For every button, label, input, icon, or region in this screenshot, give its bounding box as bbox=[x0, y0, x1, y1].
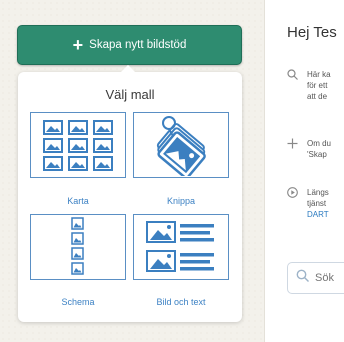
panel-caret bbox=[121, 65, 135, 72]
left-pane: + Skapa nytt bildstöd Välj mall Karta Kn… bbox=[0, 0, 262, 342]
plus-icon: + bbox=[72, 35, 84, 55]
template-card-schema[interactable] bbox=[30, 214, 126, 280]
tip-line: Om du bbox=[307, 139, 332, 148]
template-card-bild-och-text[interactable] bbox=[133, 214, 229, 280]
tip-line: för ett bbox=[307, 81, 328, 90]
search-icon bbox=[287, 69, 301, 83]
template-picker-panel: Välj mall Karta Knippa Schema Bild och t… bbox=[18, 72, 242, 322]
tip-line: Här ka bbox=[307, 70, 331, 79]
plus-icon bbox=[287, 138, 301, 152]
search-field[interactable] bbox=[287, 262, 344, 294]
image-with-text-icon bbox=[146, 221, 214, 272]
template-label-schema: Schema bbox=[61, 297, 95, 307]
search-input[interactable] bbox=[315, 272, 344, 284]
tip-line: tjänst bbox=[307, 199, 327, 208]
template-card-knippa[interactable] bbox=[133, 112, 229, 178]
tip-line: Längs bbox=[307, 188, 329, 197]
right-pane: Hej Tes Här ka för ett att de Om du 'Ska… bbox=[264, 0, 344, 342]
template-label-karta: Karta bbox=[67, 196, 89, 206]
create-new-board-button[interactable]: + Skapa nytt bildstöd bbox=[17, 25, 242, 65]
panel-title: Välj mall bbox=[105, 87, 155, 102]
play-icon bbox=[287, 187, 301, 201]
greeting-heading: Hej Tes bbox=[287, 24, 337, 41]
tip-line: att de bbox=[307, 92, 328, 101]
grid-images-icon bbox=[43, 120, 113, 171]
template-label-bild-och-text: Bild och text bbox=[156, 297, 206, 307]
create-button-label: Skapa nytt bildstöd bbox=[89, 39, 187, 51]
tip-line: 'Skap bbox=[307, 150, 327, 159]
search-icon bbox=[296, 269, 309, 287]
template-label-knippa: Knippa bbox=[166, 196, 196, 206]
tip-link[interactable]: DART bbox=[307, 209, 329, 220]
template-card-karta[interactable] bbox=[30, 112, 126, 178]
vertical-schedule-icon bbox=[71, 217, 84, 275]
tagged-bundle-icon bbox=[156, 116, 206, 176]
